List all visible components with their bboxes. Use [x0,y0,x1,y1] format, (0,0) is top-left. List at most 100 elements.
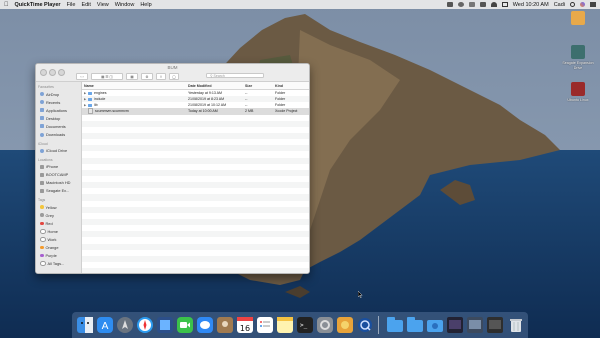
terminal-dock-icon[interactable]: >_ [297,317,313,333]
file-date: 21/08/2019 at 8:23 AM [188,97,225,102]
desktop-icon-ubuntu[interactable]: Ubuntu Linux [558,82,598,103]
user-name[interactable]: Cadi [554,2,565,8]
launchpad-dock-icon[interactable] [117,317,133,333]
search-icon[interactable] [570,2,575,7]
sidebar-item-downloads[interactable]: Downloads [36,130,81,138]
cloud-icon [40,148,44,153]
messages-dock-icon[interactable] [197,317,213,333]
sidebar-tag-purple[interactable]: Purple [36,252,81,260]
view-mode-buttons[interactable]: ▦ ☰ ◫ [91,73,123,80]
sidebar-header-tags: Tags [38,198,46,203]
time-machine-drive-icon [571,45,585,59]
search-input[interactable]: ⚲ Search [206,73,264,78]
file-size: -- [245,97,248,102]
svg-text:A: A [102,321,109,332]
desktop-icon-seagate[interactable]: Seagate Expansion Drive [558,45,598,70]
column-kind[interactable]: Kind [275,84,309,88]
dock-separator [378,316,379,334]
wifi-icon[interactable] [490,2,497,7]
calendar-dock-icon[interactable]: 16 [237,317,253,333]
back-forward-buttons[interactable]: ‹ › [76,73,88,80]
sidebar-item-recents[interactable]: Recents [36,98,81,106]
zoom-button[interactable] [58,69,65,76]
window-dock-icon[interactable] [467,317,483,333]
sidebar-item-label: Red [45,220,53,226]
column-name[interactable]: Name [82,84,188,88]
sidebar-item-airdrop[interactable]: AirDrop [36,90,81,98]
screen-recording-dock-icon[interactable] [447,317,463,333]
sidebar-item-label: Downloads [46,132,66,138]
tags-button[interactable]: ◯ [169,73,179,80]
facetime-dock-icon[interactable] [177,317,193,333]
menu-view[interactable]: View [97,2,109,8]
sidebar-item-applications[interactable]: Applications [36,106,81,114]
safari-dock-icon[interactable] [137,317,153,333]
svg-text:>_: >_ [300,322,308,329]
sidebar-item-icloud-drive[interactable]: iCloud Drive [36,147,81,155]
status-icon[interactable] [446,2,453,7]
sidebar-item-desktop[interactable]: Desktop [36,114,81,122]
menu-edit[interactable]: Edit [81,2,90,8]
sidebar-item-label: iCloud Drive [46,148,68,154]
file-kind: Folder [275,91,286,96]
siri-icon[interactable] [580,2,585,7]
reminders-dock-icon[interactable] [257,317,273,333]
disk-icon [40,172,44,177]
sidebar-item-seagate[interactable]: Seagate Ex... [36,187,81,195]
sidebar-item-label: Seagate Ex... [46,188,70,194]
minimize-button[interactable] [49,69,56,76]
notes-dock-icon[interactable] [277,317,293,333]
sidebar-tag-orange[interactable]: Orange [36,244,81,252]
sidebar-item-label: Yellow [45,204,57,210]
system-preferences-dock-icon[interactable] [317,317,333,333]
status-icon[interactable] [479,2,486,7]
sidebar-item-documents[interactable]: Documents [36,122,81,130]
column-size[interactable]: Size [245,84,275,88]
sidebar-tag-yellow[interactable]: Yellow [36,203,81,211]
menu-window[interactable]: Window [115,2,135,8]
notification-center-icon[interactable] [590,2,596,7]
finder-window[interactable]: BUM ‹ › ▦ ☰ ◫ ▦ ⚙ ⇧ ◯ ⚲ Search Favourite… [35,63,310,274]
airdrop-icon [40,92,44,97]
file-name: scummvm.scummvm [95,109,129,114]
menu-help[interactable]: Help [140,2,151,8]
action-gear-button[interactable]: ⚙ [141,73,153,80]
finder-dock-icon[interactable] [77,317,93,333]
trash-dock-icon[interactable] [508,317,524,333]
finder-titlebar[interactable]: BUM ‹ › ▦ ☰ ◫ ▦ ⚙ ⇧ ◯ ⚲ Search [36,64,309,82]
downloads-folder-dock-icon[interactable] [427,317,443,333]
sidebar-all-tags[interactable]: All Tags... [36,260,81,268]
status-icon[interactable] [457,2,464,7]
menu-file[interactable]: File [67,2,76,8]
sidebar-tag-grey[interactable]: Grey [36,211,81,219]
apple-menu-icon[interactable]:  [4,2,9,8]
tag-dot-icon [40,245,44,250]
share-button[interactable]: ⇧ [156,73,166,80]
battery-icon[interactable] [501,2,508,7]
game-dock-icon[interactable] [337,317,353,333]
photo-app-dock-icon[interactable] [157,317,173,333]
folder-dock-icon[interactable] [407,317,423,333]
app-store-dock-icon[interactable]: A [97,317,113,333]
column-date-modified[interactable]: Date Modified [188,84,245,88]
app-menu[interactable]: QuickTime Player [15,2,61,8]
sidebar-item-iphone[interactable]: iPhone [36,163,81,171]
sidebar-tag-red[interactable]: Red [36,219,81,227]
sidebar-tag-home[interactable]: Home [36,227,81,235]
file-kind: Folder [275,97,286,102]
sidebar-item-bootcamp[interactable]: BOOTCAMP [36,171,81,179]
sidebar-tag-work[interactable]: Work [36,235,81,243]
quicktime-dock-icon[interactable] [357,317,373,333]
sidebar-item-label: Work [47,236,57,242]
contacts-dock-icon[interactable] [217,317,233,333]
group-button[interactable]: ▦ [126,73,138,80]
close-button[interactable] [40,69,47,76]
sidebar-item-macintosh-hd[interactable]: Macintosh HD [36,179,81,187]
desktop-icon-label: Ubuntu Linux [567,98,589,102]
folder-dock-icon[interactable] [387,317,403,333]
clock[interactable]: Wed 10:20 AM [513,2,549,8]
status-icon[interactable] [468,2,475,7]
folder-icon [88,91,92,95]
desktop-icon-drive[interactable] [558,11,598,27]
window-dock-icon[interactable] [487,317,503,333]
